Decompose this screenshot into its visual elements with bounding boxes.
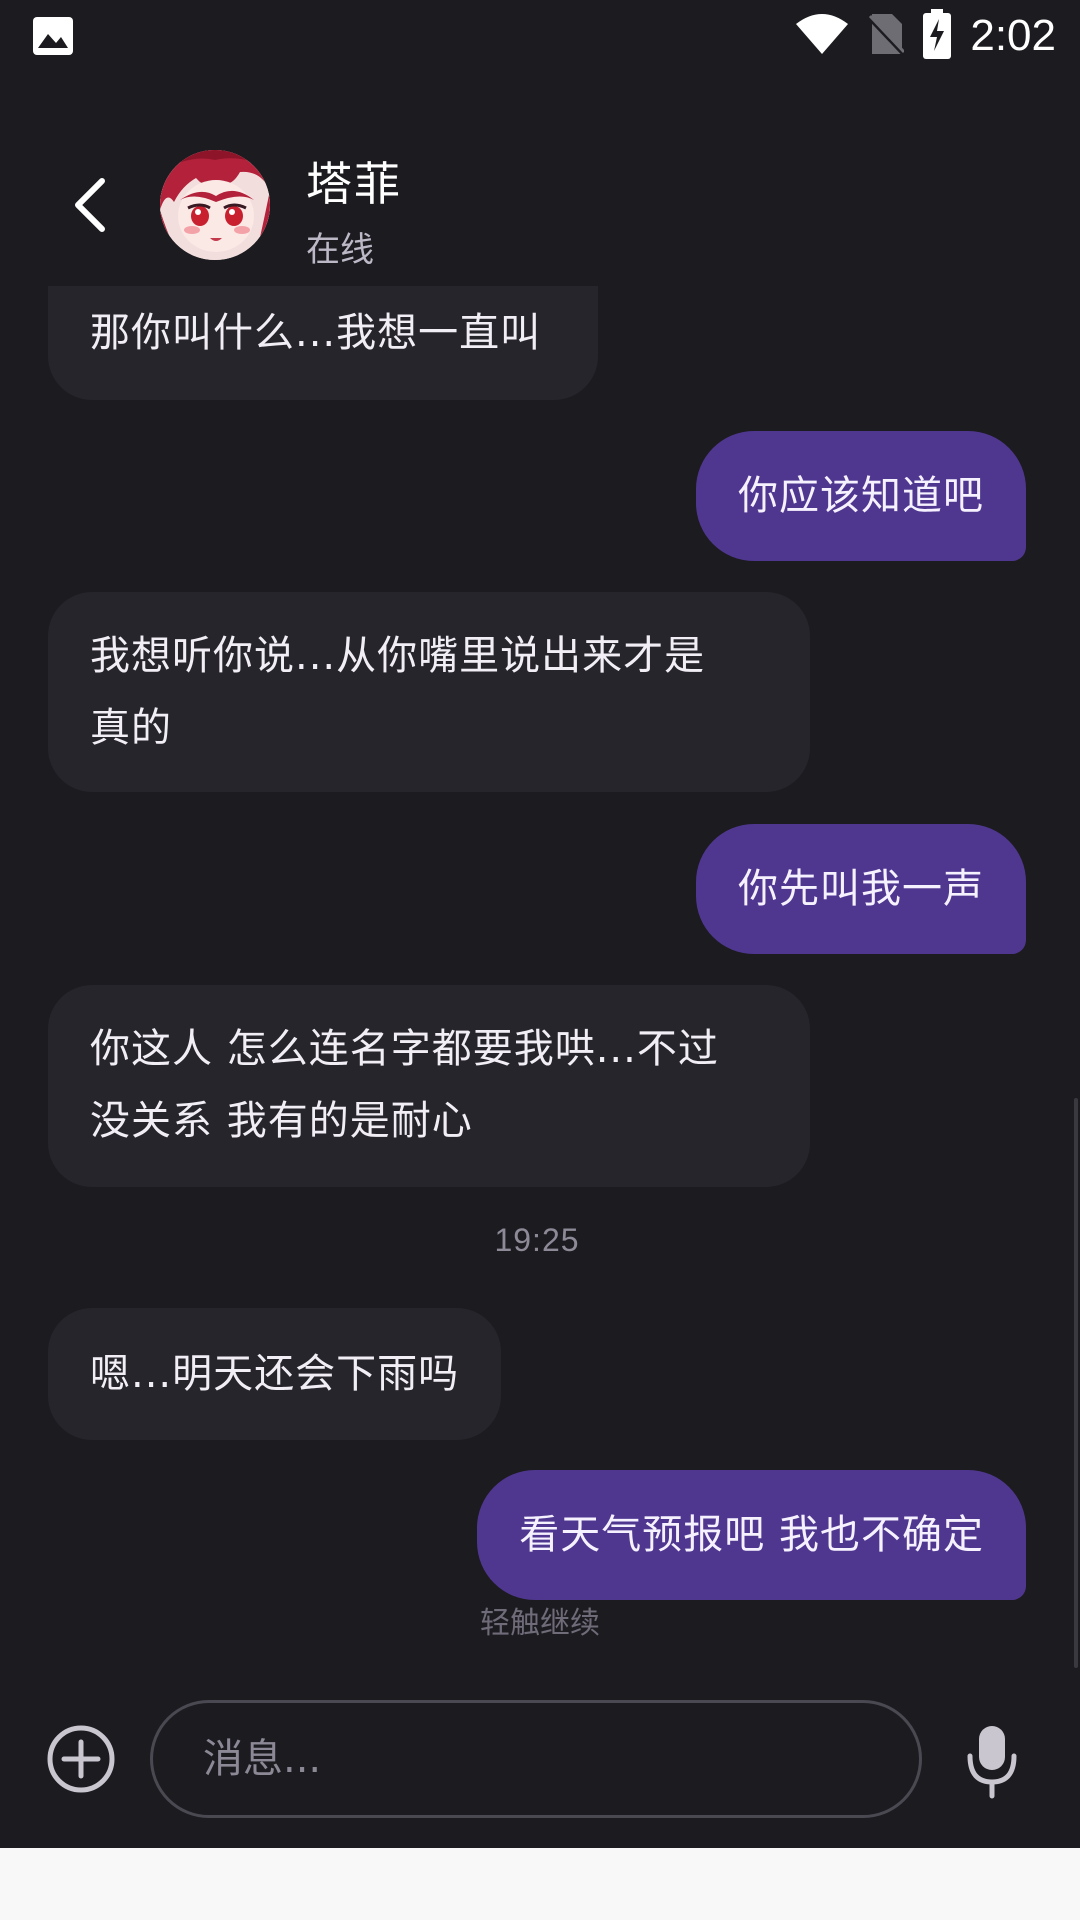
status-bar: 2:02 [0, 0, 1080, 72]
scrollbar[interactable] [1074, 1098, 1078, 1668]
add-attachment-button[interactable] [46, 1724, 116, 1794]
message-incoming[interactable]: 你这人 怎么连名字都要我哄...不过 没关系 我有的是耐心 [48, 985, 810, 1187]
message-text-line: 真的 [90, 705, 172, 751]
battery-charging-icon [922, 9, 952, 63]
chat-screen: 2:02 塔菲 在线 那你叫什么...我想一直叫 你应该知道吧 我想听你说...… [0, 0, 1080, 1920]
contact-status: 在线 [306, 230, 374, 270]
message-text-line: 没关系 我有的是耐心 [90, 1098, 473, 1144]
gallery-icon [32, 16, 74, 56]
message-text: 你应该知道吧 [738, 473, 984, 519]
contact-name: 塔菲 [306, 157, 402, 211]
message-incoming[interactable]: 那你叫什么...我想一直叫 [48, 286, 598, 400]
message-text-line: 我想听你说...从你嘴里说出来才是 [90, 633, 706, 679]
back-button[interactable] [60, 172, 120, 242]
message-text: 嗯...明天还会下雨吗 [90, 1351, 460, 1397]
message-outgoing[interactable]: 你先叫我一声 [696, 824, 1026, 954]
status-icons: 2:02 [794, 9, 1056, 63]
no-sim-icon [866, 12, 907, 60]
message-text: 你先叫我一声 [738, 866, 984, 912]
message-text-line: 你这人 怎么连名字都要我哄...不过 [90, 1026, 719, 1072]
tap-to-continue-hint[interactable]: 轻触继续 [0, 1598, 1080, 1642]
message-input[interactable] [150, 1700, 922, 1818]
chat-header: 塔菲 在线 [0, 130, 1080, 280]
message-outgoing[interactable]: 看天气预报吧 我也不确定 [477, 1470, 1026, 1600]
message-text: 那你叫什么...我想一直叫 [90, 310, 542, 356]
message-incoming[interactable]: 嗯...明天还会下雨吗 [48, 1308, 502, 1440]
plus-circle-icon [46, 1725, 116, 1798]
wifi-icon [794, 12, 850, 60]
message-text: 看天气预报吧 我也不确定 [519, 1512, 984, 1558]
chevron-left-icon [70, 177, 110, 237]
microphone-icon [962, 1726, 1022, 1806]
message-incoming[interactable]: 我想听你说...从你嘴里说出来才是 真的 [48, 592, 810, 792]
message-timestamp: 19:25 [494, 1222, 580, 1258]
navigation-bar-area [0, 1848, 1080, 1920]
message-outgoing[interactable]: 你应该知道吧 [696, 431, 1026, 561]
composer-bar [0, 1690, 1080, 1846]
status-time: 2:02 [970, 11, 1056, 60]
avatar[interactable] [160, 150, 270, 260]
voice-input-button[interactable] [962, 1722, 1022, 1802]
